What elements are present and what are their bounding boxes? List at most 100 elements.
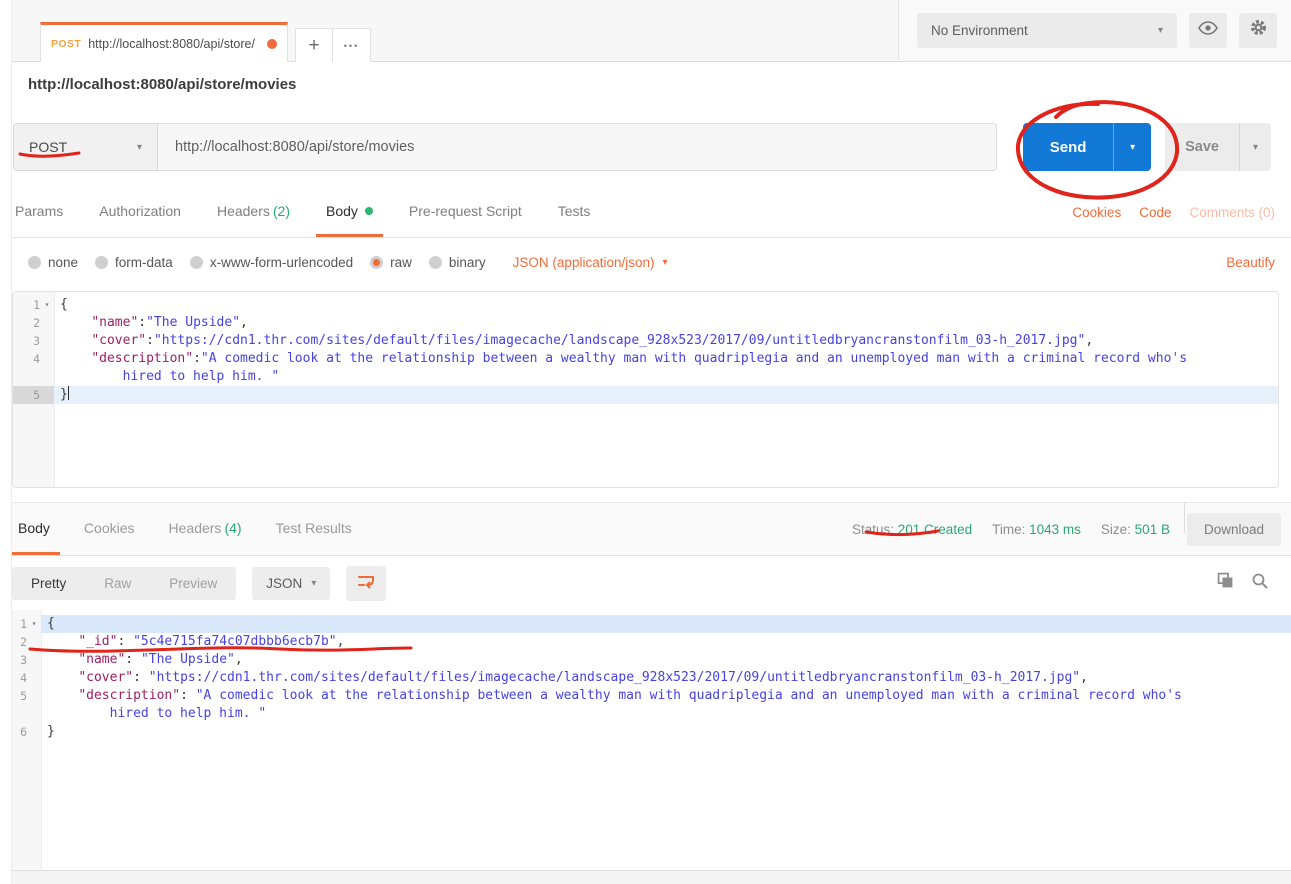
fold-arrow-icon[interactable]: ▾ — [27, 615, 41, 633]
url-input[interactable]: http://localhost:8080/api/store/movies — [158, 123, 997, 171]
fold-gutter — [27, 633, 41, 651]
send-button[interactable]: Send — [1023, 123, 1113, 171]
fold-gutter — [40, 332, 54, 350]
url-builder: POST ▾ http://localhost:8080/api/store/m… — [0, 106, 1291, 188]
save-options-button[interactable]: ▾ — [1239, 123, 1271, 171]
tab-options-button[interactable]: ••• — [333, 28, 371, 62]
code-line[interactable]: 5 "description": "A comedic look at the … — [0, 687, 1291, 705]
divider — [1184, 503, 1185, 533]
response-body-editor[interactable]: 1▾{2 "_id": "5c4e715fa74c07dbbb6ecb7b",3… — [0, 610, 1291, 870]
request-body-editor[interactable]: 1▾{2 "name":"The Upside",3 "cover":"http… — [12, 291, 1279, 488]
code-line[interactable]: hired to help him. " — [0, 705, 1291, 723]
fold-gutter — [40, 314, 54, 332]
tab-body[interactable]: Body — [316, 188, 383, 237]
response-tab-headers[interactable]: Headers(4) — [159, 503, 252, 555]
mode-raw[interactable]: raw — [370, 255, 412, 270]
environment-selector-value: No Environment — [931, 23, 1028, 38]
code-link[interactable]: Code — [1139, 188, 1171, 237]
code-line[interactable]: 3 "cover":"https://cdn1.thr.com/sites/de… — [13, 332, 1278, 350]
send-button-group: Send ▾ — [1023, 123, 1151, 171]
fold-gutter — [27, 723, 41, 741]
size-value: 501 B — [1135, 522, 1170, 537]
wrap-text-icon — [356, 572, 376, 595]
code-line[interactable]: 4 "description":"A comedic look at the r… — [13, 350, 1278, 368]
fold-gutter — [27, 651, 41, 669]
code-line[interactable]: 2 "name":"The Upside", — [13, 314, 1278, 332]
gear-icon — [1249, 18, 1268, 42]
code-line[interactable]: 3 "name": "The Upside", — [0, 651, 1291, 669]
code-line[interactable]: hired to help him. " — [13, 368, 1278, 386]
beautify-link[interactable]: Beautify — [1226, 255, 1275, 270]
code-line[interactable]: 1▾{ — [13, 296, 1278, 314]
response-tab-cookies[interactable]: Cookies — [74, 503, 145, 555]
tab-pre-request-script[interactable]: Pre-request Script — [399, 188, 532, 237]
environment-area: No Environment ▾ — [898, 0, 1291, 60]
eye-icon — [1198, 21, 1218, 40]
environment-selector[interactable]: No Environment ▾ — [917, 13, 1177, 48]
tab-headers[interactable]: Headers(2) — [207, 188, 300, 237]
tab-title: http://localhost:8080/api/store/ — [88, 37, 261, 51]
status-label: Status: — [852, 522, 894, 537]
chevron-down-icon: ▾ — [1158, 25, 1163, 36]
fold-arrow-icon[interactable]: ▾ — [40, 296, 54, 314]
mode-x-www-form-urlencoded[interactable]: x-www-form-urlencoded — [190, 255, 353, 270]
radio-icon — [95, 256, 108, 269]
comments-link[interactable]: Comments (0) — [1189, 188, 1275, 237]
tab-tests[interactable]: Tests — [548, 188, 601, 237]
new-tab-button[interactable]: + — [295, 28, 333, 62]
wrap-text-button[interactable] — [346, 566, 386, 601]
environment-quick-look-button[interactable] — [1189, 13, 1227, 48]
response-tab-body[interactable]: Body — [8, 503, 60, 555]
send-options-button[interactable]: ▾ — [1113, 123, 1151, 171]
fold-gutter — [40, 350, 54, 368]
radio-icon — [429, 256, 442, 269]
cookies-link[interactable]: Cookies — [1072, 188, 1121, 237]
save-button-group: Save ▾ — [1165, 123, 1271, 171]
response-format-selector[interactable]: JSON▾ — [252, 567, 330, 600]
body-has-content-dot — [365, 207, 373, 215]
horizontal-scrollbar[interactable] — [0, 870, 1291, 884]
save-button[interactable]: Save — [1165, 123, 1239, 171]
copy-response-button[interactable] — [1217, 572, 1234, 594]
code-line[interactable]: 5} — [13, 386, 1278, 404]
response-header: Body Cookies Headers(4) Test Results Sta… — [0, 502, 1291, 556]
code-line[interactable]: 4 "cover": "https://cdn1.thr.com/sites/d… — [0, 669, 1291, 687]
fold-gutter — [27, 687, 41, 705]
view-preview[interactable]: Preview — [150, 567, 236, 600]
request-tab[interactable]: POST http://localhost:8080/api/store/ — [40, 22, 288, 62]
mode-binary[interactable]: binary — [429, 255, 486, 270]
mode-none[interactable]: none — [28, 255, 78, 270]
view-pretty[interactable]: Pretty — [12, 567, 85, 600]
section-gap — [0, 488, 1291, 502]
chevron-down-icon: ▾ — [662, 257, 667, 268]
tab-params[interactable]: Params — [5, 188, 73, 237]
chevron-down-icon: ▾ — [311, 578, 316, 589]
view-raw[interactable]: Raw — [85, 567, 150, 600]
code-line[interactable]: 6} — [0, 723, 1291, 741]
download-button[interactable]: Download — [1187, 513, 1281, 546]
response-tab-test-results[interactable]: Test Results — [266, 503, 362, 555]
mode-form-data[interactable]: form-data — [95, 255, 173, 270]
chevron-down-icon: ▾ — [1253, 142, 1258, 153]
fold-gutter — [27, 705, 41, 723]
body-mode-row: none form-data x-www-form-urlencoded raw… — [0, 238, 1291, 286]
radio-icon — [190, 256, 203, 269]
tab-authorization[interactable]: Authorization — [89, 188, 191, 237]
tab-modified-dot — [267, 39, 277, 49]
page-title: http://localhost:8080/api/store/movies — [28, 76, 296, 93]
method-selector[interactable]: POST ▾ — [13, 123, 158, 171]
response-headers-count: (4) — [224, 520, 241, 536]
settings-button[interactable] — [1239, 13, 1277, 48]
request-tabs: Params Authorization Headers(2) Body Pre… — [0, 188, 1291, 238]
headers-count: (2) — [273, 203, 290, 219]
time-value: 1043 ms — [1029, 522, 1081, 537]
postman-window: POST http://localhost:8080/api/store/ + … — [0, 0, 1291, 884]
tab-bar: POST http://localhost:8080/api/store/ + … — [0, 0, 1291, 62]
code-line[interactable]: 1▾{ — [0, 615, 1291, 633]
status-value: 201 Created — [898, 522, 972, 537]
response-view-row: Pretty Raw Preview JSON▾ — [0, 556, 1291, 610]
search-response-button[interactable] — [1251, 572, 1269, 595]
radio-icon — [28, 256, 41, 269]
content-type-selector[interactable]: JSON (application/json)▾ — [513, 255, 668, 270]
code-line[interactable]: 2 "_id": "5c4e715fa74c07dbbb6ecb7b", — [0, 633, 1291, 651]
